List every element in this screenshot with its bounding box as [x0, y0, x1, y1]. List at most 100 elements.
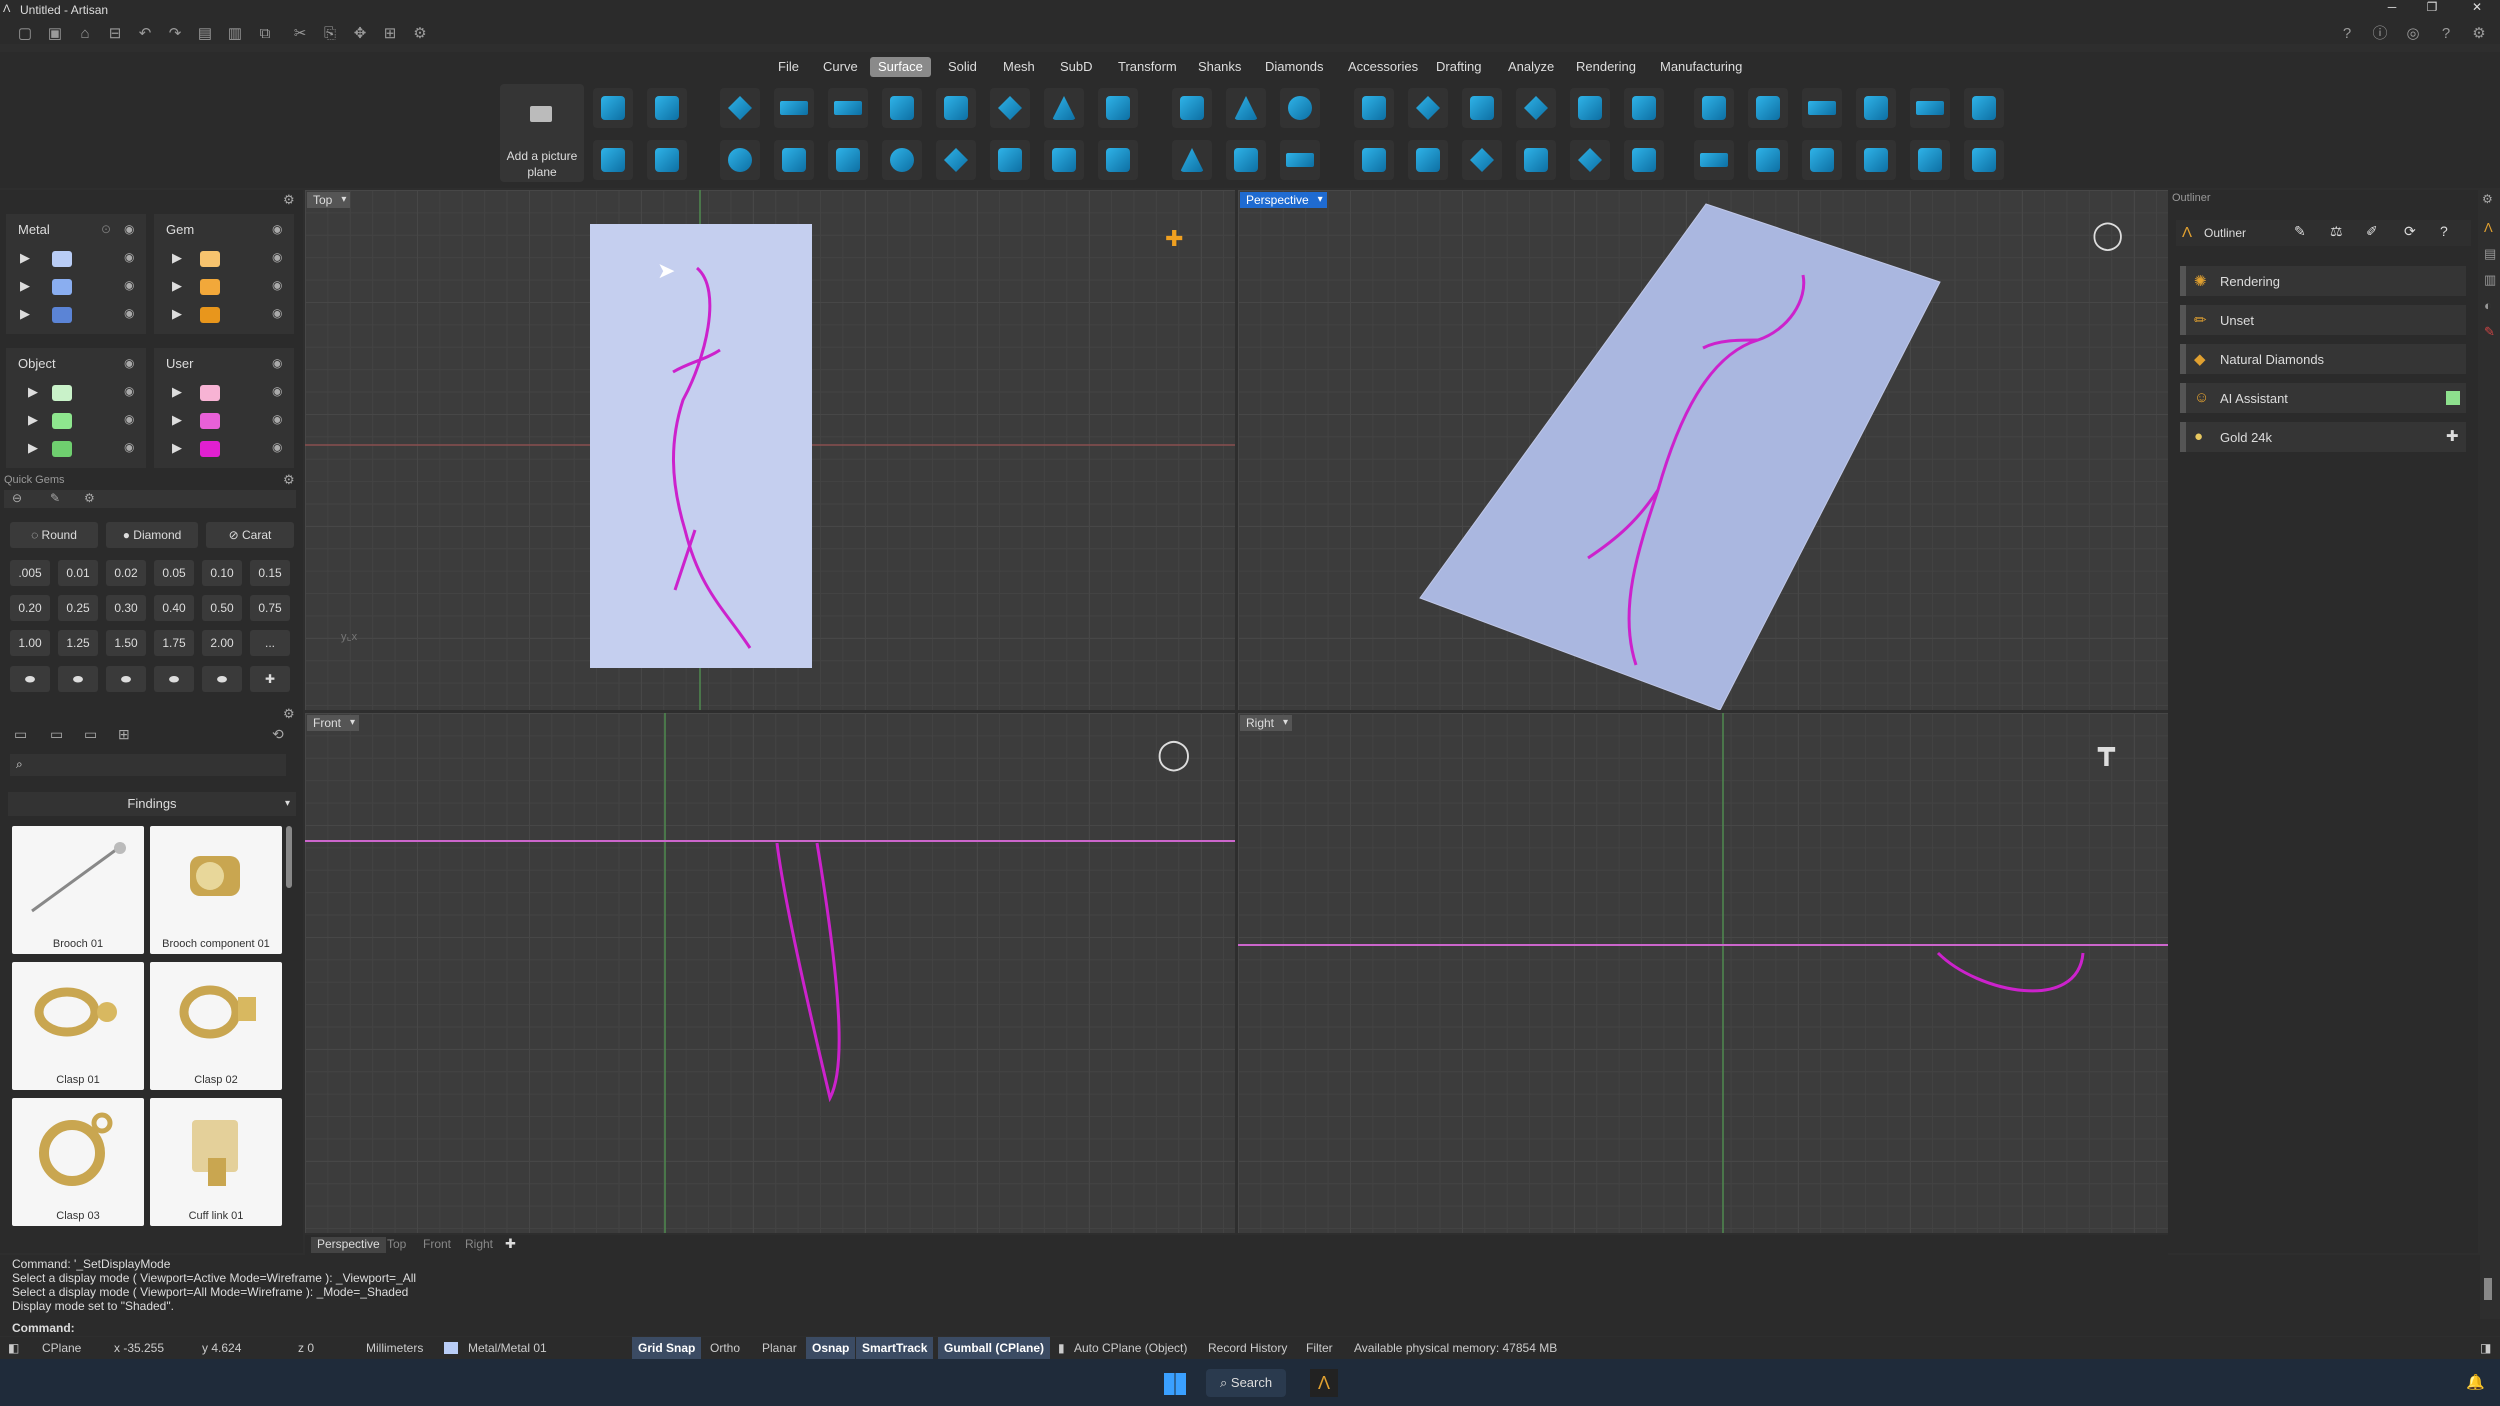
library-grid-icon[interactable]: ⊞: [118, 726, 130, 743]
maximize-button[interactable]: ❐: [2420, 0, 2444, 20]
menu-solid[interactable]: Solid: [940, 57, 985, 77]
status-smarttrack[interactable]: SmartTrack: [856, 1337, 934, 1359]
corner-surface-icon[interactable]: [1226, 88, 1266, 128]
cone-icon[interactable]: [1172, 140, 1212, 180]
save-as-icon[interactable]: ▥: [225, 24, 245, 44]
gem-shape-round[interactable]: ◌ Round: [10, 522, 98, 548]
status-record-history[interactable]: Record History: [1202, 1337, 1293, 1359]
tab-right[interactable]: Right: [465, 1237, 493, 1251]
outliner-settings-icon[interactable]: ⚙: [2482, 192, 2493, 206]
play-icon[interactable]: ▶: [172, 384, 182, 400]
ring-gumball-icon[interactable]: ◯: [1157, 737, 1191, 772]
gem-swatch-1[interactable]: [200, 251, 220, 267]
tab-perspective[interactable]: Perspective: [311, 1237, 386, 1253]
cut-icon[interactable]: ✂: [290, 24, 310, 44]
gear-surface-icon[interactable]: [720, 140, 760, 180]
extend-surface-icon[interactable]: [1570, 88, 1610, 128]
play-icon[interactable]: ▶: [172, 306, 182, 322]
flow-icon[interactable]: [1748, 88, 1788, 128]
settings-icon[interactable]: ⚙: [410, 24, 430, 44]
outliner-item-gold-24k[interactable]: ● Gold 24k ✚: [2180, 422, 2466, 452]
object-swatch-3[interactable]: [52, 441, 72, 457]
eye-icon[interactable]: ◉: [272, 356, 282, 370]
grid-surface-icon[interactable]: [1098, 140, 1138, 180]
status-gumball[interactable]: Gumball (CPlane): [938, 1337, 1051, 1359]
gem-unit-carat[interactable]: ⊘ Carat: [206, 522, 294, 548]
menu-file[interactable]: File: [770, 57, 807, 77]
library-item[interactable]: Clasp 01: [12, 962, 144, 1090]
status-units[interactable]: Millimeters: [360, 1337, 429, 1359]
squish-icon[interactable]: [1694, 140, 1734, 180]
viewport-top[interactable]: Top ✚ ➤ y⌞x: [305, 190, 1235, 710]
library-item[interactable]: Clasp 02: [150, 962, 282, 1090]
pipe-icon[interactable]: [990, 140, 1030, 180]
eye-icon[interactable]: ◉: [124, 222, 134, 236]
outliner-item-natural-diamonds[interactable]: ◆ Natural Diamonds: [2180, 344, 2466, 374]
gem-size[interactable]: 1.50: [106, 630, 146, 656]
gem-size[interactable]: 0.75: [250, 595, 290, 621]
menu-drafting[interactable]: Drafting: [1428, 57, 1490, 77]
play-icon[interactable]: ▶: [20, 306, 30, 322]
save-icon[interactable]: ▤: [195, 24, 215, 44]
wand-icon[interactable]: ✎: [50, 491, 60, 505]
shell-icon[interactable]: [1408, 140, 1448, 180]
eye-icon[interactable]: ◉: [124, 356, 134, 370]
minimize-button[interactable]: ─: [2380, 0, 2404, 20]
gem-cut-icon[interactable]: ⬬: [154, 666, 194, 692]
quick-gems-settings-icon[interactable]: ⚙: [283, 472, 295, 488]
library-scrollbar[interactable]: [286, 826, 292, 888]
eye-icon[interactable]: ◉: [272, 412, 282, 426]
cap-icon[interactable]: [1354, 140, 1394, 180]
eye-icon[interactable]: ◉: [124, 278, 134, 292]
info-icon[interactable]: ⓘ: [2370, 24, 2390, 44]
match-surface-icon[interactable]: [1516, 88, 1556, 128]
new-icon[interactable]: ▢: [15, 24, 35, 44]
menu-subd[interactable]: SubD: [1052, 57, 1101, 77]
move-icon[interactable]: ✥: [350, 24, 370, 44]
gem-pin-icon[interactable]: ✚: [250, 666, 290, 692]
sweep2-icon[interactable]: [647, 88, 687, 128]
split-surface-icon[interactable]: [1624, 88, 1664, 128]
tween-icon[interactable]: [828, 140, 868, 180]
gem-size[interactable]: 0.02: [106, 560, 146, 586]
metal-swatch-3[interactable]: [52, 307, 72, 323]
gem-size-more[interactable]: ...: [250, 630, 290, 656]
patch-icon[interactable]: [720, 88, 760, 128]
fit-icon[interactable]: [1910, 88, 1950, 128]
object-swatch-1[interactable]: [52, 385, 72, 401]
library-item[interactable]: Brooch component 01: [150, 826, 282, 954]
metal-swatch-1[interactable]: [52, 251, 72, 267]
drape-icon[interactable]: [1280, 88, 1320, 128]
blend-surface-icon[interactable]: [1354, 88, 1394, 128]
gem-material-diamond[interactable]: ● Diamond: [106, 522, 198, 548]
outliner-item-ai-assistant[interactable]: ☺ AI Assistant: [2180, 383, 2466, 413]
edge-surface-icon[interactable]: [882, 88, 922, 128]
eye-icon[interactable]: ◉: [272, 384, 282, 398]
side-layers-icon[interactable]: ▤: [2484, 246, 2496, 262]
gem-size[interactable]: 1.25: [58, 630, 98, 656]
user-swatch-1[interactable]: [200, 385, 220, 401]
side-display-icon[interactable]: ◐: [2484, 298, 2492, 313]
ring-gumball-icon[interactable]: ◯: [2092, 218, 2123, 251]
flip-icon[interactable]: [1044, 140, 1084, 180]
command-scrollbar[interactable]: [2484, 1278, 2492, 1300]
revolve-icon[interactable]: [1098, 88, 1138, 128]
help-icon[interactable]: ?: [2337, 24, 2357, 44]
folder-icon[interactable]: ⊟: [105, 24, 125, 44]
eye-icon[interactable]: ◉: [272, 250, 282, 264]
side-tool-icon[interactable]: ✎: [2484, 324, 2495, 340]
play-icon[interactable]: ▶: [28, 384, 38, 400]
add-picture-plane-button[interactable]: Add a picture plane: [500, 84, 584, 182]
taskbar-search[interactable]: ⌕ Search: [1206, 1369, 1286, 1397]
eye-icon[interactable]: ◉: [124, 412, 134, 426]
outliner-item-unset[interactable]: ✏ Unset: [2180, 305, 2466, 335]
play-icon[interactable]: ▶: [172, 412, 182, 428]
library-import-icon[interactable]: ▭: [84, 726, 97, 743]
tab-top[interactable]: Top: [387, 1237, 406, 1251]
twist-icon[interactable]: [1856, 88, 1896, 128]
gem-size[interactable]: 1.75: [154, 630, 194, 656]
gumball-icon[interactable]: ✚: [1165, 226, 1183, 252]
library-item[interactable]: Cuff link 01: [150, 1098, 282, 1226]
material-icon[interactable]: ⚖: [2330, 223, 2343, 240]
menu-analyze[interactable]: Analyze: [1500, 57, 1562, 77]
